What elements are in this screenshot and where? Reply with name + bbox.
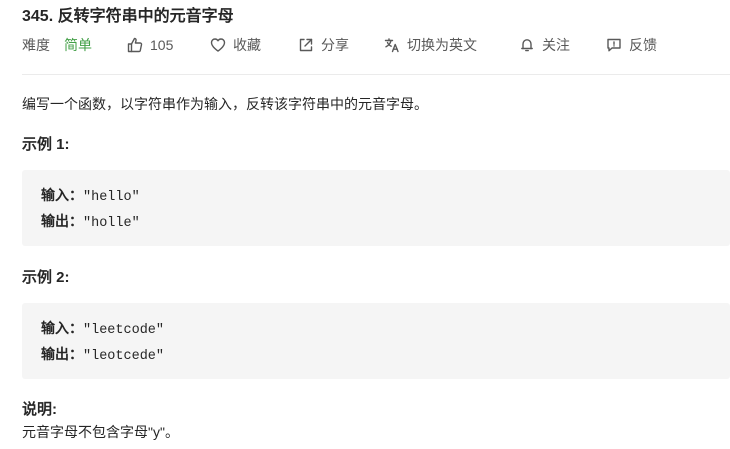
- difficulty-label: 难度: [22, 37, 50, 53]
- example-2-code-block: 输入："leetcode" 输出："leotcede": [22, 303, 730, 379]
- note-title: 说明:: [22, 401, 57, 418]
- like-count: 105: [150, 37, 174, 53]
- problem-toolbar: 难度 简单 105 收藏 分享 切换为英文 关注 反馈: [22, 35, 722, 55]
- favorite-label: 收藏: [233, 37, 261, 53]
- share-icon: [299, 38, 313, 52]
- input-label: 输入：: [41, 187, 83, 203]
- difficulty-badge: 简单: [64, 37, 92, 53]
- share-label: 分享: [321, 37, 349, 53]
- share-button[interactable]: 分享: [298, 35, 349, 55]
- problem-description: 编写一个函数，以字符串作为输入，反转该字符串中的元音字母。: [22, 96, 428, 112]
- output-label: 输出：: [41, 213, 83, 229]
- input-value: "hello": [83, 190, 140, 205]
- example-2-title: 示例 2:: [22, 269, 70, 286]
- example-1-code-block: 输入："hello" 输出："holle": [22, 170, 730, 246]
- input-value: "leetcode": [83, 323, 165, 338]
- feedback-button[interactable]: 反馈: [606, 35, 657, 55]
- translate-label: 切换为英文: [407, 37, 477, 53]
- follow-button[interactable]: 关注: [519, 35, 570, 55]
- like-button[interactable]: 105: [127, 35, 173, 55]
- thumbs-up-icon: [127, 37, 143, 53]
- output-label: 输出：: [41, 346, 83, 362]
- follow-label: 关注: [542, 37, 570, 53]
- feedback-icon: [607, 38, 621, 52]
- divider: [22, 74, 730, 75]
- translate-button[interactable]: 切换为英文: [384, 35, 477, 55]
- example-2-input: 输入："leetcode": [41, 318, 164, 338]
- output-value: "leotcede": [83, 349, 165, 364]
- example-1-title: 示例 1:: [22, 136, 70, 153]
- example-1-output: 输出："holle": [41, 211, 140, 231]
- heart-icon: [210, 38, 226, 52]
- example-2-output: 输出："leotcede": [41, 344, 164, 364]
- favorite-button[interactable]: 收藏: [210, 35, 261, 55]
- translate-icon: [384, 38, 399, 53]
- bell-icon: [521, 39, 533, 52]
- problem-title: 345. 反转字符串中的元音字母: [22, 8, 234, 25]
- input-label: 输入：: [41, 320, 83, 336]
- feedback-label: 反馈: [629, 37, 657, 53]
- output-value: "holle": [83, 216, 140, 231]
- note-text: 元音字母不包含字母"y"。: [22, 424, 179, 440]
- example-1-input: 输入："hello": [41, 185, 140, 205]
